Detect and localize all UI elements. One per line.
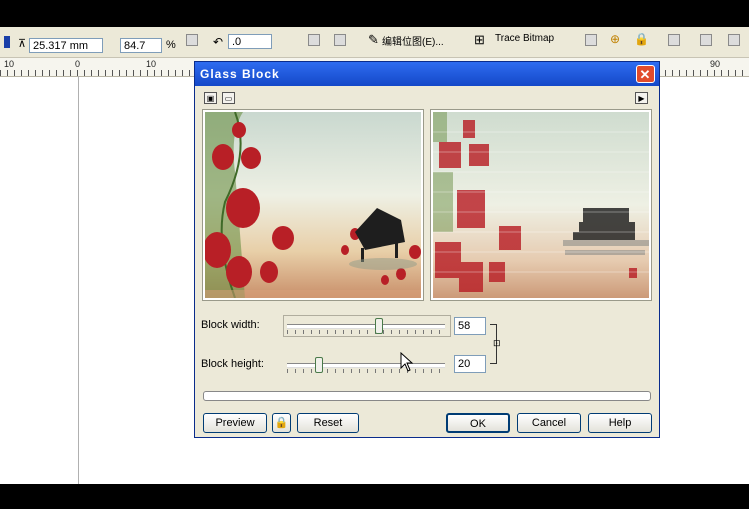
reset-button[interactable]: Reset — [297, 413, 359, 433]
y-position-field[interactable]: 25.317 mm — [29, 38, 103, 53]
ruler-tick-label: 0 — [75, 59, 81, 69]
lock-icon[interactable]: 🔒 — [634, 32, 649, 46]
help-button[interactable]: Help — [588, 413, 652, 433]
auto-preview-lock-icon[interactable]: 🔒 — [272, 413, 291, 433]
rotation-field[interactable]: .0 — [228, 34, 272, 49]
ruler-tick-label: 10 — [4, 59, 15, 69]
ruler-tick-label: 10 — [146, 59, 157, 69]
block-width-slider-track[interactable] — [287, 324, 445, 329]
block-height-slider-track[interactable] — [287, 363, 445, 368]
ruler-tick-label: 90 — [710, 59, 721, 69]
crop-icon[interactable] — [585, 34, 597, 46]
trace-bitmap-button[interactable]: Trace Bitmap — [495, 33, 554, 44]
bitmap-color-icon[interactable]: ⊕ — [610, 32, 620, 46]
page-border-guide — [78, 76, 79, 484]
scale-unit: % — [166, 39, 176, 51]
edit-bitmap-icon: ✎ — [368, 32, 379, 47]
single-preview-toggle-icon[interactable]: ▭ — [222, 92, 235, 104]
property-bar: ⊼ 25.317 mm 84.7 % ↶ .0 ✎ 编辑位图(E)... ⊞ T… — [0, 27, 749, 58]
block-height-ticks — [287, 369, 445, 373]
ok-button[interactable]: OK — [446, 413, 510, 433]
block-height-label: Block height: — [201, 358, 264, 370]
dialog-title-bar[interactable]: Glass Block ✕ — [195, 62, 659, 86]
block-height-input[interactable]: 20 — [454, 355, 486, 373]
dialog-title: Glass Block — [200, 67, 280, 81]
scale-field[interactable]: 84.7 — [120, 38, 162, 53]
result-preview[interactable] — [430, 109, 652, 301]
mirror-horizontal-icon[interactable] — [308, 34, 320, 46]
y-axis-icon: ⊼ — [18, 38, 27, 50]
block-width-ticks — [287, 330, 445, 334]
link-lock-icon[interactable]: ⊡ — [493, 338, 501, 349]
preview-button[interactable]: Preview — [203, 413, 267, 433]
glass-block-dialog: Glass Block ✕ ▣ ▭ ▶ Block width: 58 ⊡ Bl… — [194, 61, 660, 438]
cancel-button[interactable]: Cancel — [517, 413, 581, 433]
rotate-icon: ↶ — [213, 35, 224, 49]
block-width-slider-thumb[interactable] — [374, 318, 383, 334]
wrap-text-icon[interactable] — [668, 34, 680, 46]
lock-ratio-icon[interactable] — [186, 34, 198, 46]
to-front-icon[interactable] — [700, 34, 712, 46]
position-icon — [4, 36, 10, 48]
block-width-label: Block width: — [201, 319, 260, 331]
original-preview[interactable] — [202, 109, 424, 301]
to-back-icon[interactable] — [728, 34, 740, 46]
dual-preview-toggle-icon[interactable]: ▣ — [204, 92, 217, 104]
close-button[interactable]: ✕ — [636, 65, 655, 83]
progress-bar — [203, 391, 651, 401]
trace-bitmap-icon: ⊞ — [474, 32, 485, 47]
edit-bitmap-button[interactable]: 编辑位图(E)... — [382, 33, 444, 48]
block-width-input[interactable]: 58 — [454, 317, 486, 335]
block-height-slider-thumb[interactable] — [314, 357, 323, 373]
mouse-cursor-icon — [400, 351, 414, 375]
expand-arrow-icon[interactable]: ▶ — [635, 92, 648, 104]
mirror-vertical-icon[interactable] — [334, 34, 346, 46]
